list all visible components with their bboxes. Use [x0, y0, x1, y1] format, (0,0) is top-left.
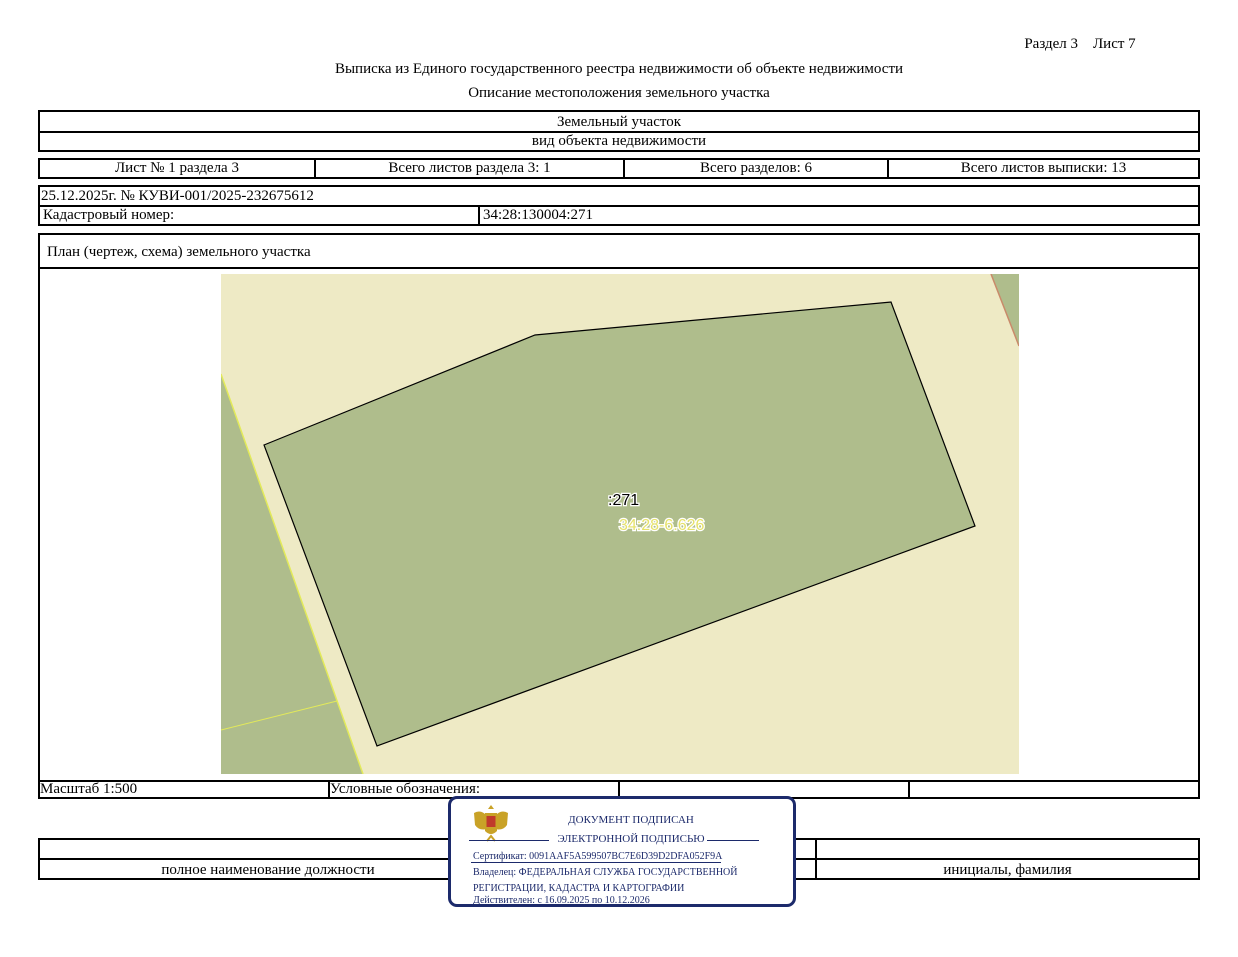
record-date-number: 25.12.2025г. № КУВИ-001/2025-232675612 — [41, 188, 314, 204]
cadastral-value: 34:28:130004:271 — [483, 207, 594, 223]
stamp-owner-2: РЕГИСТРАЦИИ, КАДАСТРА И КАРТОГРАФИИ — [473, 883, 685, 894]
russian-eagle-emblem-icon — [474, 805, 508, 842]
stamp-line-2: ЭЛЕКТРОННОЙ ПОДПИСЬЮ — [557, 833, 705, 845]
document-subtitle: Описание местоположения земельного участ… — [468, 85, 770, 101]
record-box: 25.12.2025г. № КУВИ-001/2025-232675612 К… — [38, 185, 1200, 226]
legend-cell-3 — [910, 782, 1198, 797]
sheets-info-box: Лист № 1 раздела 3 Всего листов раздела … — [38, 158, 1200, 179]
stamp-owner-1: Владелец: ФЕДЕРАЛЬНАЯ СЛУЖБА ГОСУДАРСТВЕ… — [473, 867, 738, 878]
parcel-label: :271 — [608, 492, 639, 509]
cadastral-label: Кадастровый номер: — [40, 207, 480, 224]
name-caption: инициалы, фамилия — [943, 862, 1072, 878]
document-title: Выписка из Единого государственного реес… — [334, 61, 904, 77]
object-type: Земельный участок — [556, 113, 682, 130]
object-type-caption: вид объекта недвижимости — [531, 132, 707, 149]
total-sections: Всего разделов: 6 — [625, 160, 889, 177]
parcel-map: :271 34:28-6.626 — [221, 274, 1019, 774]
sheet-number: Лист № 1 раздела 3 — [40, 160, 316, 177]
stamp-certificate: Сертификат: 0091AAF5A599507BC7E6D39D2DFA… — [473, 851, 723, 862]
object-type-box: Земельный участок вид объекта недвижимос… — [38, 110, 1200, 152]
stamp-validity: Действителен: с 16.09.2025 по 10.12.2026 — [473, 895, 650, 906]
total-extract-sheets: Всего листов выписки: 13 — [960, 160, 1127, 176]
legend-label: Условные обозначения: — [330, 782, 620, 797]
total-section-sheets: Всего листов раздела 3: 1 — [316, 160, 625, 177]
plan-box: План (чертеж, схема) земельного участка … — [38, 233, 1200, 799]
position-caption: полное наименование должности — [161, 862, 375, 878]
quarter-label: 34:28-6.626 — [619, 517, 705, 534]
scale-label: Масштаб 1:500 — [40, 782, 330, 797]
plan-title: План (чертеж, схема) земельного участка — [47, 244, 311, 260]
stamp-line-1: ДОКУМЕНТ ПОДПИСАН — [568, 814, 694, 826]
legend-cell-2 — [620, 782, 910, 797]
electronic-signature-stamp: ДОКУМЕНТ ПОДПИСАН ЭЛЕКТРОННОЙ ПОДПИСЬЮ С… — [448, 796, 796, 907]
section-sheet-label: Раздел 3 Лист 7 — [1024, 36, 1136, 52]
